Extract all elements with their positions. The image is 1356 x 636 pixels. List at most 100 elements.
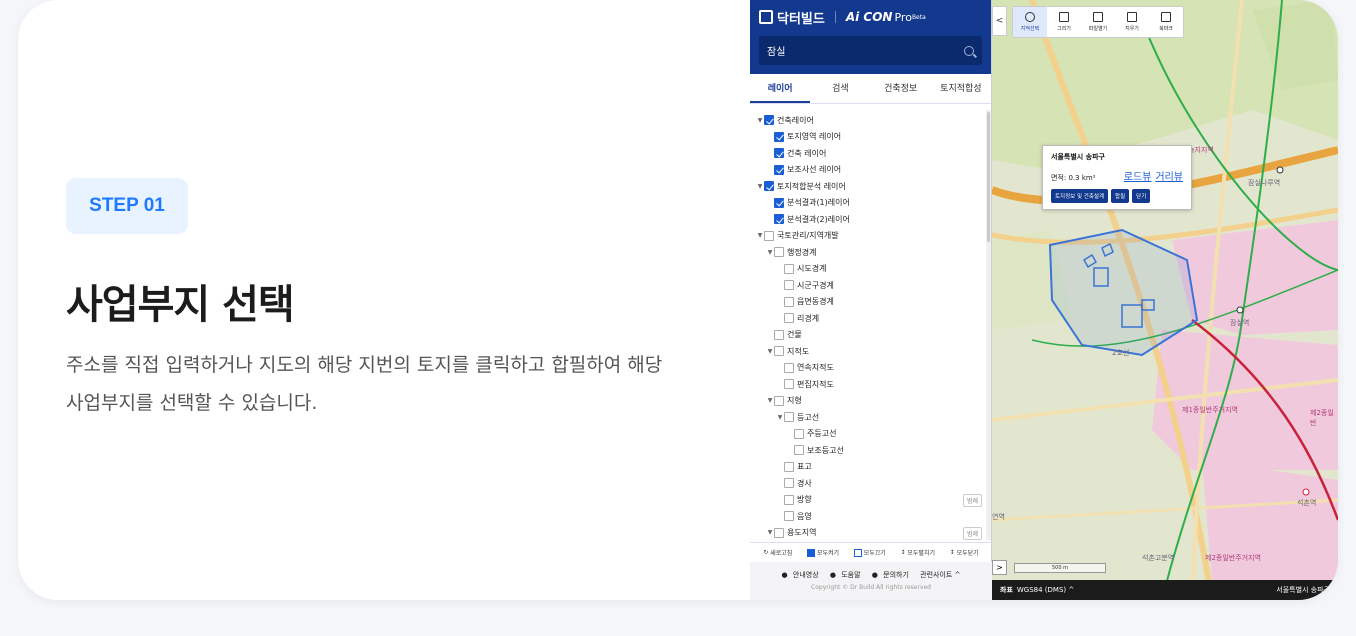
refresh-button[interactable]: ↻ 새로고침	[763, 548, 792, 557]
layer-checkbox[interactable]	[774, 148, 784, 159]
layer-checkbox[interactable]	[764, 230, 774, 241]
layer-checkbox[interactable]	[774, 527, 784, 538]
tab-3[interactable]: 토지적합성	[931, 74, 991, 103]
close-popup-button[interactable]: 닫기	[1132, 189, 1151, 203]
legend-button[interactable]: 범례	[962, 526, 982, 540]
road-view-link[interactable]: 로드뷰	[1124, 168, 1152, 183]
layer-item[interactable]: 연속지적도	[750, 360, 992, 377]
map-canvas[interactable]	[992, 0, 1338, 600]
help-link[interactable]: ● 도움말	[830, 571, 864, 579]
layer-item[interactable]: ▼ 행정경계	[750, 244, 992, 261]
layer-checkbox[interactable]	[784, 478, 794, 489]
tool-draw[interactable]: 그리기	[1047, 7, 1081, 37]
check-all-button[interactable]: 모두켜기	[806, 548, 839, 557]
layer-checkbox[interactable]	[784, 412, 794, 423]
guide-video-label: 안내영상	[792, 571, 819, 579]
layer-item[interactable]: 건물	[750, 327, 992, 344]
layer-checkbox[interactable]	[794, 445, 804, 456]
chevron-down-icon[interactable]: ▼	[766, 348, 774, 355]
related-sites-link[interactable]: 관련사이트 ^	[920, 571, 960, 579]
tool-trash[interactable]: 지우기	[1115, 7, 1149, 37]
tool-bookmark[interactable]: 북마크	[1149, 7, 1183, 37]
layer-item[interactable]: 분석결과(2)레이어	[750, 211, 992, 228]
layer-item[interactable]: 건축 레이어	[750, 145, 992, 162]
coord-info[interactable]: 좌표 WGS84 (DMS) ^	[1000, 585, 1074, 595]
layer-checkbox[interactable]	[774, 346, 784, 357]
layer-item[interactable]: ▼ 지형	[750, 393, 992, 410]
tab-0[interactable]: 레이어	[750, 74, 811, 103]
layer-checkbox[interactable]	[774, 164, 784, 175]
expand-panel-button[interactable]: >	[992, 560, 1007, 575]
layer-checkbox[interactable]	[794, 428, 804, 439]
layer-item[interactable]: 리경계	[750, 310, 992, 327]
layer-item[interactable]: 분석결과(1)레이어	[750, 195, 992, 212]
layer-item[interactable]: 읍면동경계	[750, 294, 992, 311]
brand: 닥터빌드 Ai CON Pro Beta	[759, 6, 982, 28]
layer-item[interactable]: 시군구경계	[750, 277, 992, 294]
expand-all-button[interactable]: ↕ 모두펼치기	[900, 548, 935, 557]
street-view-link[interactable]: 거리뷰	[1155, 168, 1183, 183]
layer-item[interactable]: 시도경계	[750, 261, 992, 278]
search-input[interactable]: 잠실	[767, 43, 964, 58]
layer-checkbox[interactable]	[784, 461, 794, 472]
layer-label: 방향	[797, 495, 812, 505]
layer-checkbox[interactable]	[784, 296, 794, 307]
layer-item[interactable]: ▼ 용도지역 범례	[750, 525, 992, 541]
layer-item[interactable]: 편집지적도	[750, 376, 992, 393]
layer-item[interactable]: 표고	[750, 459, 992, 476]
layer-item[interactable]: ▼ 등고선	[750, 409, 992, 426]
chevron-down-icon[interactable]: ▼	[766, 397, 774, 404]
map-view[interactable]: < 지적선택 그리기 파일열기 지우기 북마크 잠실나루역 잠실역 석촌역 석촌고분역 …	[992, 0, 1338, 600]
panel-collapse-button[interactable]: <	[992, 6, 1007, 36]
layer-item[interactable]: 보조등고선	[750, 442, 992, 459]
contact-link[interactable]: ● 문의하기	[872, 571, 912, 579]
layer-item[interactable]: 토지영역 레이어	[750, 129, 992, 146]
address-search[interactable]: 잠실	[759, 36, 982, 65]
layer-item[interactable]: ▼ 토지적합분석 레이어	[750, 178, 992, 195]
layer-item[interactable]: 주등고선	[750, 426, 992, 443]
chevron-down-icon[interactable]: ▼	[756, 232, 764, 239]
layer-label: 음영	[797, 511, 812, 521]
guide-video-link[interactable]: ● 안내영상	[782, 571, 822, 579]
layer-checkbox[interactable]	[764, 181, 774, 192]
tool-target[interactable]: 지적선택	[1013, 7, 1047, 37]
tab-2[interactable]: 건축정보	[871, 74, 931, 103]
layer-item[interactable]: ▼ 건축레이어	[750, 112, 992, 129]
collapse-all-button[interactable]: ↕ 모두닫기	[950, 548, 979, 557]
scrollbar-thumb[interactable]	[987, 112, 990, 242]
layer-item[interactable]: 경사	[750, 475, 992, 492]
layer-item[interactable]: 방향 범례	[750, 492, 992, 509]
layer-checkbox[interactable]	[774, 131, 784, 142]
layer-checkbox[interactable]	[774, 395, 784, 406]
uncheck-all-button[interactable]: 모두끄기	[853, 548, 886, 557]
merge-button[interactable]: 합필	[1111, 189, 1130, 203]
layer-checkbox[interactable]	[784, 379, 794, 390]
layer-checkbox[interactable]	[784, 511, 794, 522]
tab-1[interactable]: 검색	[810, 74, 870, 103]
tool-folder[interactable]: 파일열기	[1081, 7, 1115, 37]
search-icon[interactable]	[964, 45, 974, 56]
layer-checkbox[interactable]	[784, 362, 794, 373]
layer-checkbox[interactable]	[784, 494, 794, 505]
layer-checkbox[interactable]	[774, 329, 784, 340]
chevron-down-icon[interactable]: ▼	[756, 183, 764, 190]
layer-checkbox[interactable]	[784, 280, 794, 291]
layer-item[interactable]: ▼ 국토관리/지역개발	[750, 228, 992, 245]
layer-checkbox[interactable]	[774, 197, 784, 208]
layer-item[interactable]: 음영	[750, 508, 992, 525]
chevron-down-icon[interactable]: ▼	[776, 414, 784, 421]
layer-checkbox[interactable]	[784, 263, 794, 274]
layer-checkbox[interactable]	[774, 214, 784, 225]
layer-checkbox[interactable]	[764, 115, 774, 126]
layer-label: 연속지적도	[797, 363, 834, 373]
land-info-button[interactable]: 토지정보 및 건축설계	[1051, 189, 1109, 203]
chevron-down-icon[interactable]: ▼	[766, 529, 774, 536]
legend-button[interactable]: 범례	[962, 493, 982, 507]
layer-checkbox[interactable]	[774, 247, 784, 258]
chevron-down-icon[interactable]: ▼	[766, 249, 774, 256]
layer-item[interactable]: ▼ 지적도	[750, 343, 992, 360]
layer-checkbox[interactable]	[784, 313, 794, 324]
chevron-down-icon[interactable]: ▼	[756, 117, 764, 124]
coord-system[interactable]: WGS84 (DMS) ^	[1017, 586, 1074, 594]
layer-item[interactable]: 보조사선 레이어	[750, 162, 992, 179]
